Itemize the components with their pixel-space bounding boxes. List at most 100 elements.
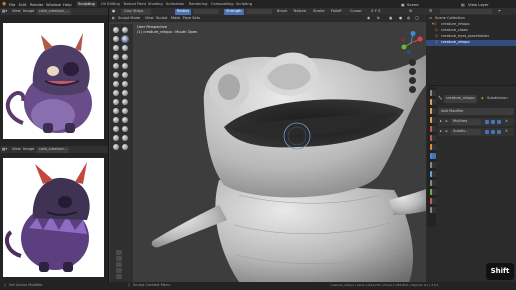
constraints-tab-icon[interactable]: [430, 180, 436, 186]
symmetry-toggles[interactable]: X Y Z: [371, 9, 380, 14]
tool-draw-sharp-button[interactable]: [122, 27, 128, 33]
tool-draw-button[interactable]: [113, 27, 119, 33]
menu-render[interactable]: Render: [30, 2, 44, 7]
world-tab-icon[interactable]: [430, 135, 436, 141]
tool-inflate-button[interactable]: [113, 54, 119, 60]
editor-type-icon[interactable]: ▦▾: [2, 147, 7, 152]
physics-tab-icon[interactable]: [430, 171, 436, 177]
render-toggle[interactable]: [497, 130, 501, 134]
tool-snake-hook-button[interactable]: [122, 99, 128, 105]
image-editor-top-canvas[interactable]: [0, 15, 108, 146]
close-icon[interactable]: ✕: [505, 129, 508, 134]
tool-mask-button[interactable]: [113, 144, 119, 150]
rotate-icon[interactable]: [116, 256, 122, 261]
object-name-field[interactable]: creature_retopo: [444, 95, 477, 103]
image-editor-bottom-canvas[interactable]: [0, 153, 108, 282]
render-toggle[interactable]: [497, 120, 501, 124]
expand-icon[interactable]: ▸: [440, 119, 442, 124]
image-editor-image-menu[interactable]: Image: [23, 9, 34, 14]
modifier-name-field[interactable]: Multires: [451, 119, 481, 125]
add-modifier-button[interactable]: Add Modifier: [438, 108, 514, 115]
blender-logo-icon[interactable]: ◉: [2, 1, 6, 7]
outliner-editor-icon[interactable]: ☰: [429, 9, 432, 14]
viewport-toggle[interactable]: [491, 120, 495, 124]
menu-help[interactable]: Help: [63, 2, 72, 7]
tool-fill-button[interactable]: [122, 72, 128, 78]
tool-smooth-button[interactable]: [122, 63, 128, 69]
editor-type-icon[interactable]: ▦▾: [2, 9, 7, 14]
tool-pinch-button[interactable]: [113, 90, 119, 96]
menu-file[interactable]: File: [9, 2, 15, 7]
strength-field[interactable]: Strength: [224, 9, 244, 15]
tool-clay-thumb-button[interactable]: [113, 45, 119, 51]
image-editor-view-menu[interactable]: View: [12, 9, 21, 14]
tool-flatten-button[interactable]: [113, 72, 119, 78]
annotate-icon[interactable]: [116, 274, 122, 279]
falloff-menu[interactable]: Falloff: [331, 9, 342, 14]
particles-tab-icon[interactable]: [430, 162, 436, 168]
brush-preview-icon[interactable]: ●: [112, 9, 115, 14]
outliner-search-input[interactable]: [440, 9, 492, 14]
tool-rotate-button[interactable]: [122, 117, 128, 123]
modifier-panel[interactable]: ▸ ◈ Subdiv... ✕: [438, 128, 514, 136]
image-editor-view-menu[interactable]: View: [12, 147, 21, 152]
modifier-name-field[interactable]: Subdiv...: [451, 129, 481, 135]
outliner-row-selected[interactable]: ▽ creature_retopo: [426, 40, 516, 46]
tool-simplify-button[interactable]: [122, 135, 128, 141]
tool-slide-relax-button[interactable]: [113, 126, 119, 132]
tab-texture-paint[interactable]: Texture Paint: [121, 1, 148, 7]
modifier-tab-icon[interactable]: [430, 153, 436, 159]
tool-clay-strips-button[interactable]: [122, 36, 128, 42]
texture-tab-icon[interactable]: [430, 207, 436, 213]
image-selector[interactable]: cute_creature...: [37, 147, 70, 153]
3d-viewport[interactable]: ◐ Sculpt Mode View Sculpt Mask Face Sets…: [109, 15, 426, 282]
zoom-icon[interactable]: [409, 59, 416, 66]
menu-window[interactable]: Window: [46, 2, 61, 7]
tool-boundary-button[interactable]: [122, 126, 128, 132]
tool-thumb-button[interactable]: [113, 108, 119, 114]
transform-icon[interactable]: [116, 268, 122, 273]
tool-clay-button[interactable]: [113, 36, 119, 42]
tool-blob-button[interactable]: [122, 54, 128, 60]
data-tab-icon[interactable]: [430, 189, 436, 195]
view-layer-selector[interactable]: View Layer: [468, 2, 489, 7]
perspective-toggle-icon[interactable]: [409, 86, 416, 93]
tab-compositing[interactable]: Compositing: [209, 1, 236, 7]
material-tab-icon[interactable]: [430, 198, 436, 204]
tool-layer-button[interactable]: [122, 45, 128, 51]
tool-tab-icon[interactable]: [430, 90, 436, 96]
tab-animation[interactable]: Animation: [164, 1, 186, 7]
radius-value-field[interactable]: [193, 9, 219, 14]
scene-tab-icon[interactable]: [430, 126, 436, 132]
view-layer-tab-icon[interactable]: [430, 117, 436, 123]
tool-elastic-deform-button[interactable]: [113, 99, 119, 105]
move-icon[interactable]: [116, 250, 122, 255]
tool-multiplane-scrape-button[interactable]: [122, 81, 128, 87]
modifier-panel[interactable]: ▸ ◈ Multires ✕: [438, 118, 514, 126]
tab-rendering[interactable]: Rendering: [187, 1, 209, 7]
image-editor-image-menu[interactable]: Image: [23, 147, 34, 152]
menu-edit[interactable]: Edit: [19, 2, 26, 7]
stroke-menu[interactable]: Stroke: [313, 9, 324, 14]
texture-menu[interactable]: Texture: [293, 9, 306, 14]
options-icon[interactable]: ⚙: [409, 9, 412, 14]
tab-uv-editing[interactable]: UV Editing: [99, 1, 122, 7]
navigation-gizmo[interactable]: [399, 31, 423, 55]
tool-pose-button[interactable]: [122, 108, 128, 114]
viewport-toggle[interactable]: [491, 130, 495, 134]
scale-icon[interactable]: [116, 262, 122, 267]
close-icon[interactable]: ✕: [505, 119, 508, 124]
tab-sculpting[interactable]: Sculpting: [76, 1, 97, 7]
brush-menu[interactable]: Brush: [277, 9, 287, 14]
edit-mode-toggle[interactable]: [485, 130, 489, 134]
tab-shading[interactable]: Shading: [146, 1, 165, 7]
strength-value-field[interactable]: [246, 9, 272, 14]
output-tab-icon[interactable]: [430, 108, 436, 114]
image-selector[interactable]: cute_creature_...: [37, 9, 71, 15]
tool-nudge-button[interactable]: [113, 117, 119, 123]
radius-field[interactable]: Radius: [175, 9, 192, 15]
tool-draw-face-sets-button[interactable]: [122, 144, 128, 150]
tab-scripting[interactable]: Scripting: [234, 1, 254, 7]
cursor-menu[interactable]: Cursor: [350, 9, 362, 14]
brush-selector[interactable]: Clay Strips: [121, 9, 151, 15]
